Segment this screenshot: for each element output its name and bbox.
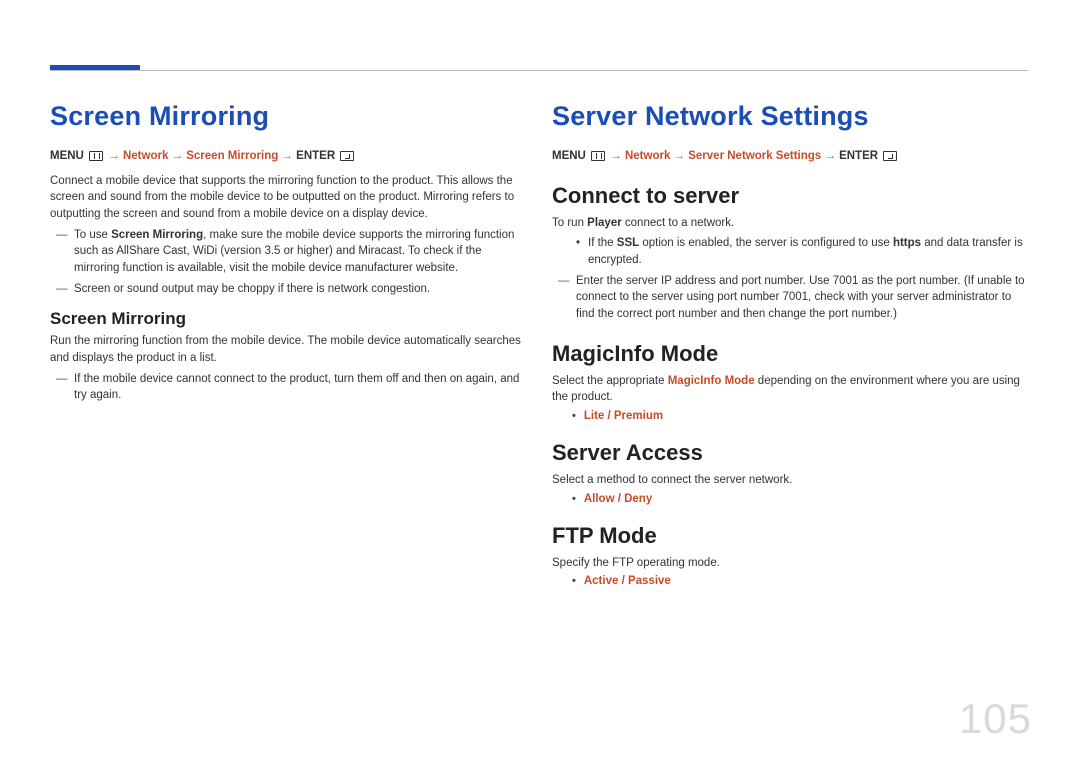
enter-label: ENTER xyxy=(296,150,335,162)
ftp-intro: Specify the FTP operating mode. xyxy=(552,555,1028,572)
server-access-intro: Select a method to connect the server ne… xyxy=(552,472,1028,489)
ssl-mid: option is enabled, the server is configu… xyxy=(639,237,893,249)
ssl-pre: If the xyxy=(588,237,617,249)
enter-icon xyxy=(883,151,897,161)
note-server-ip: Enter the server IP address and port num… xyxy=(558,273,1028,323)
menu-icon xyxy=(591,151,605,161)
note2-text: Screen or sound output may be choppy if … xyxy=(74,281,526,298)
connect-bold: Player xyxy=(587,217,622,229)
magicinfo-options: Lite / Premium xyxy=(572,410,1028,422)
page-number: 105 xyxy=(959,695,1032,743)
header-rule xyxy=(50,70,1028,71)
content-columns: Screen Mirroring MENU → Network → Screen… xyxy=(50,95,1028,591)
magicinfo-bold: MagicInfo Mode xyxy=(668,375,755,387)
connect-intro: To run Player connect to a network. xyxy=(552,215,1028,232)
magicinfo-intro: Select the appropriate MagicInfo Mode de… xyxy=(552,373,1028,406)
menu-label: MENU xyxy=(552,150,586,162)
screen-mirroring-intro: Connect a mobile device that supports th… xyxy=(50,173,526,223)
screen-mirroring-subheading: Screen Mirroring xyxy=(50,309,526,329)
ftp-options: Active / Passive xyxy=(572,575,1028,587)
magicinfo-pre: Select the appropriate xyxy=(552,375,668,387)
enter-label: ENTER xyxy=(839,150,878,162)
https-bold: https xyxy=(893,237,921,249)
ssl-bullet: If the SSL option is enabled, the server… xyxy=(576,235,1028,268)
note-marker-icon xyxy=(56,371,74,404)
server-network-settings-title: Server Network Settings xyxy=(552,101,1028,132)
menu-label: MENU xyxy=(50,150,84,162)
ftp-mode-heading: FTP Mode xyxy=(552,523,1028,549)
connect-pre: To run xyxy=(552,217,587,229)
menu-path-server-network: MENU → Network → Server Network Settings… xyxy=(552,148,1028,165)
menu-icon xyxy=(89,151,103,161)
enter-icon xyxy=(340,151,354,161)
note1-bold: Screen Mirroring xyxy=(111,229,203,241)
connect-to-server-heading: Connect to server xyxy=(552,183,1028,209)
note-marker-icon xyxy=(56,227,74,277)
menu-path-screen-mirroring: MENU → Network → Screen Mirroring → ENTE… xyxy=(50,148,526,165)
note-marker-icon xyxy=(56,281,74,298)
note1-pre: To use xyxy=(74,229,111,241)
left-column: Screen Mirroring MENU → Network → Screen… xyxy=(50,95,526,591)
magicinfo-mode-heading: MagicInfo Mode xyxy=(552,341,1028,367)
note-retry: If the mobile device cannot connect to t… xyxy=(56,371,526,404)
server-access-options: Allow / Deny xyxy=(572,493,1028,505)
note-marker-icon xyxy=(558,273,576,323)
screen-mirroring-sub-intro: Run the mirroring function from the mobi… xyxy=(50,333,526,366)
note3-text: If the mobile device cannot connect to t… xyxy=(74,371,526,404)
connect-post: connect to a network. xyxy=(622,217,735,229)
server-access-heading: Server Access xyxy=(552,440,1028,466)
menu-path-text: → Network → Server Network Settings → xyxy=(610,150,839,162)
ssl-bold: SSL xyxy=(617,237,639,249)
menu-path-text: → Network → Screen Mirroring → xyxy=(108,150,296,162)
screen-mirroring-title: Screen Mirroring xyxy=(50,101,526,132)
connect-bullets: If the SSL option is enabled, the server… xyxy=(576,235,1028,268)
note-choppy: Screen or sound output may be choppy if … xyxy=(56,281,526,298)
note-use-mirroring: To use Screen Mirroring, make sure the m… xyxy=(56,227,526,277)
right-column: Server Network Settings MENU → Network →… xyxy=(552,95,1028,591)
note-server-ip-text: Enter the server IP address and port num… xyxy=(576,273,1028,323)
